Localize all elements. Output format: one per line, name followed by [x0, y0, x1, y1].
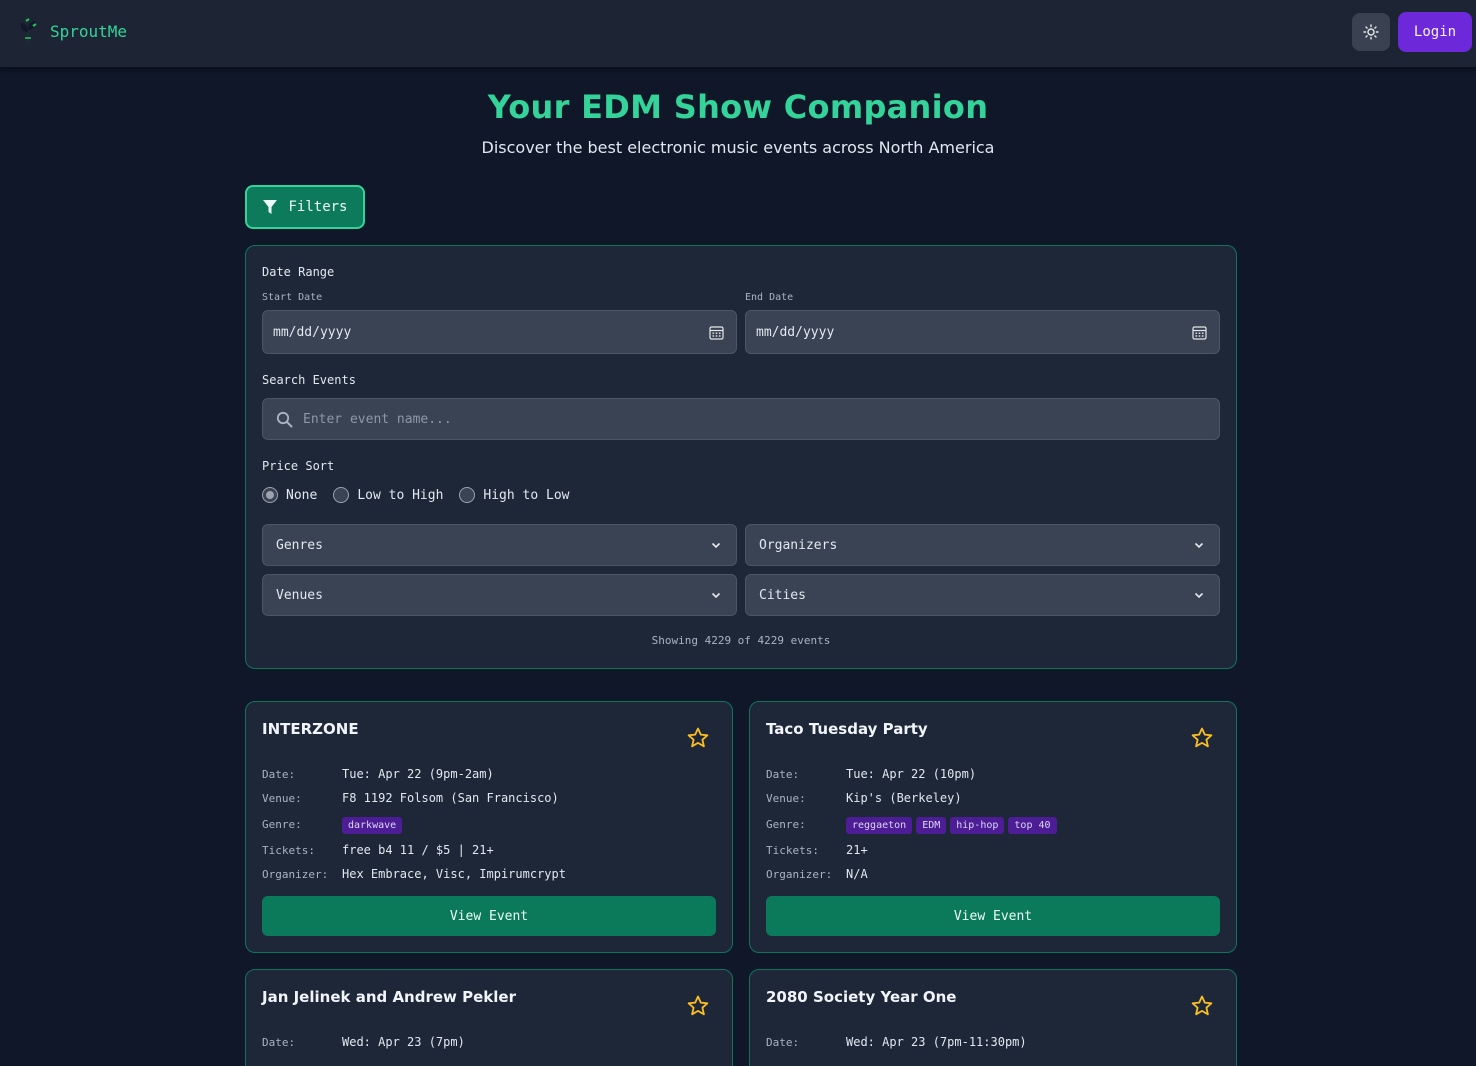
- calendar-icon[interactable]: [709, 325, 724, 340]
- event-title: Taco Tuesday Party: [766, 720, 928, 738]
- filters-button-label: Filters: [288, 199, 348, 215]
- genre-tag: hip-hop: [950, 817, 1005, 834]
- event-card: Taco Tuesday Party Date: Tue: Apr 22 (10…: [749, 701, 1237, 953]
- genre-tag: darkwave: [342, 817, 403, 834]
- genre-label: Genre:: [262, 818, 302, 831]
- event-date: Tue: Apr 22 (10pm): [846, 767, 977, 781]
- date-range-label: Date Range: [262, 265, 335, 279]
- event-organizer: N/A: [846, 867, 868, 881]
- search-placeholder: Enter event name...: [303, 411, 452, 427]
- star-icon[interactable]: [1190, 994, 1214, 1018]
- star-icon[interactable]: [1190, 726, 1214, 750]
- radio-unchecked-icon[interactable]: [333, 487, 350, 503]
- filters-button[interactable]: Filters: [245, 185, 365, 229]
- start-date-value: mm/dd/yyyy: [273, 324, 352, 340]
- event-date: Wed: Apr 23 (7pm): [342, 1035, 465, 1049]
- start-date-label: Start Date: [262, 292, 323, 303]
- organizers-select[interactable]: Organizers: [745, 524, 1220, 566]
- price-sort-label: Price Sort: [262, 459, 335, 473]
- search-icon: [276, 411, 293, 428]
- genre-tag: top 40: [1008, 817, 1057, 834]
- tickets-label: Tickets:: [766, 844, 819, 857]
- end-date-label: End Date: [745, 292, 794, 303]
- brand-link[interactable]: SproutMe: [16, 18, 127, 44]
- event-card: INTERZONE Date: Tue: Apr 22 (9pm-2am) Ve…: [245, 701, 733, 953]
- calendar-icon[interactable]: [1192, 325, 1207, 340]
- date-label: Date:: [766, 1036, 800, 1049]
- chevron-down-icon: [1194, 542, 1204, 549]
- star-icon[interactable]: [686, 726, 710, 750]
- start-date-input[interactable]: mm/dd/yyyy: [262, 310, 737, 354]
- event-title: Jan Jelinek and Andrew Pekler: [262, 988, 516, 1006]
- event-organizer: Hex Embrace, Visc, Impirumcrypt: [342, 867, 566, 881]
- brand-name: SproutMe: [50, 21, 128, 41]
- genre-label: Genre:: [766, 818, 806, 831]
- event-genres: darkwave: [342, 817, 403, 834]
- price-sort-high-to-low[interactable]: High to Low: [459, 487, 570, 503]
- event-count: Showing 4229 of 4229 events: [651, 634, 831, 647]
- chevron-down-icon: [1194, 592, 1204, 599]
- venues-select[interactable]: Venues: [262, 574, 737, 616]
- genre-tag: EDM: [916, 817, 947, 834]
- tickets-label: Tickets:: [262, 844, 315, 857]
- event-venue: F8 1192 Folsom (San Francisco): [342, 791, 559, 805]
- date-label: Date:: [262, 1036, 296, 1049]
- view-event-button[interactable]: View Event: [262, 896, 716, 936]
- navbar: SproutMe Login: [0, 0, 1476, 68]
- event-date: Tue: Apr 22 (9pm-2am): [342, 767, 494, 781]
- event-date: Wed: Apr 23 (7pm-11:30pm): [846, 1035, 1027, 1049]
- view-event-button[interactable]: View Event: [766, 896, 1220, 936]
- genre-tag: reggaeton: [846, 817, 913, 834]
- page-subtitle: Discover the best electronic music event…: [481, 138, 995, 157]
- chevron-down-icon: [711, 592, 721, 599]
- date-label: Date:: [766, 768, 800, 781]
- price-sort-none[interactable]: None: [262, 487, 317, 503]
- funnel-icon: [263, 200, 278, 214]
- venue-label: Venue:: [766, 792, 806, 805]
- venue-label: Venue:: [262, 792, 302, 805]
- cities-select[interactable]: Cities: [745, 574, 1220, 616]
- date-label: Date:: [262, 768, 296, 781]
- event-tickets: 21+: [846, 843, 868, 857]
- event-card: Jan Jelinek and Andrew Pekler Date: Wed:…: [245, 969, 733, 1066]
- event-venue: Kip's (Berkeley): [846, 791, 962, 805]
- organizer-label: Organizer:: [262, 868, 329, 881]
- price-sort-low-to-high[interactable]: Low to High: [333, 487, 443, 503]
- login-button[interactable]: Login: [1398, 12, 1472, 52]
- search-input[interactable]: Enter event name...: [262, 398, 1220, 440]
- price-sort-group: None Low to High High to Low: [262, 487, 586, 503]
- organizer-label: Organizer:: [766, 868, 833, 881]
- sprout-logo-icon: [20, 18, 37, 43]
- event-tickets: free b4 11 / $5 | 21+: [342, 843, 494, 857]
- search-events-label: Search Events: [262, 373, 356, 387]
- event-genres: reggaeton EDM hip-hop top 40: [846, 817, 1057, 834]
- end-date-input[interactable]: mm/dd/yyyy: [745, 310, 1220, 354]
- chevron-down-icon: [711, 542, 721, 549]
- sun-icon: [1363, 24, 1379, 40]
- event-card: 2080 Society Year One Date: Wed: Apr 23 …: [749, 969, 1237, 1066]
- event-title: 2080 Society Year One: [766, 988, 957, 1006]
- genres-select[interactable]: Genres: [262, 524, 737, 566]
- radio-unchecked-icon[interactable]: [459, 487, 476, 503]
- end-date-value: mm/dd/yyyy: [756, 324, 835, 340]
- page-title: Your EDM Show Companion: [487, 88, 989, 126]
- star-icon[interactable]: [686, 994, 710, 1018]
- theme-toggle-button[interactable]: [1352, 13, 1390, 51]
- event-title: INTERZONE: [262, 720, 359, 738]
- radio-checked-icon[interactable]: [262, 487, 278, 503]
